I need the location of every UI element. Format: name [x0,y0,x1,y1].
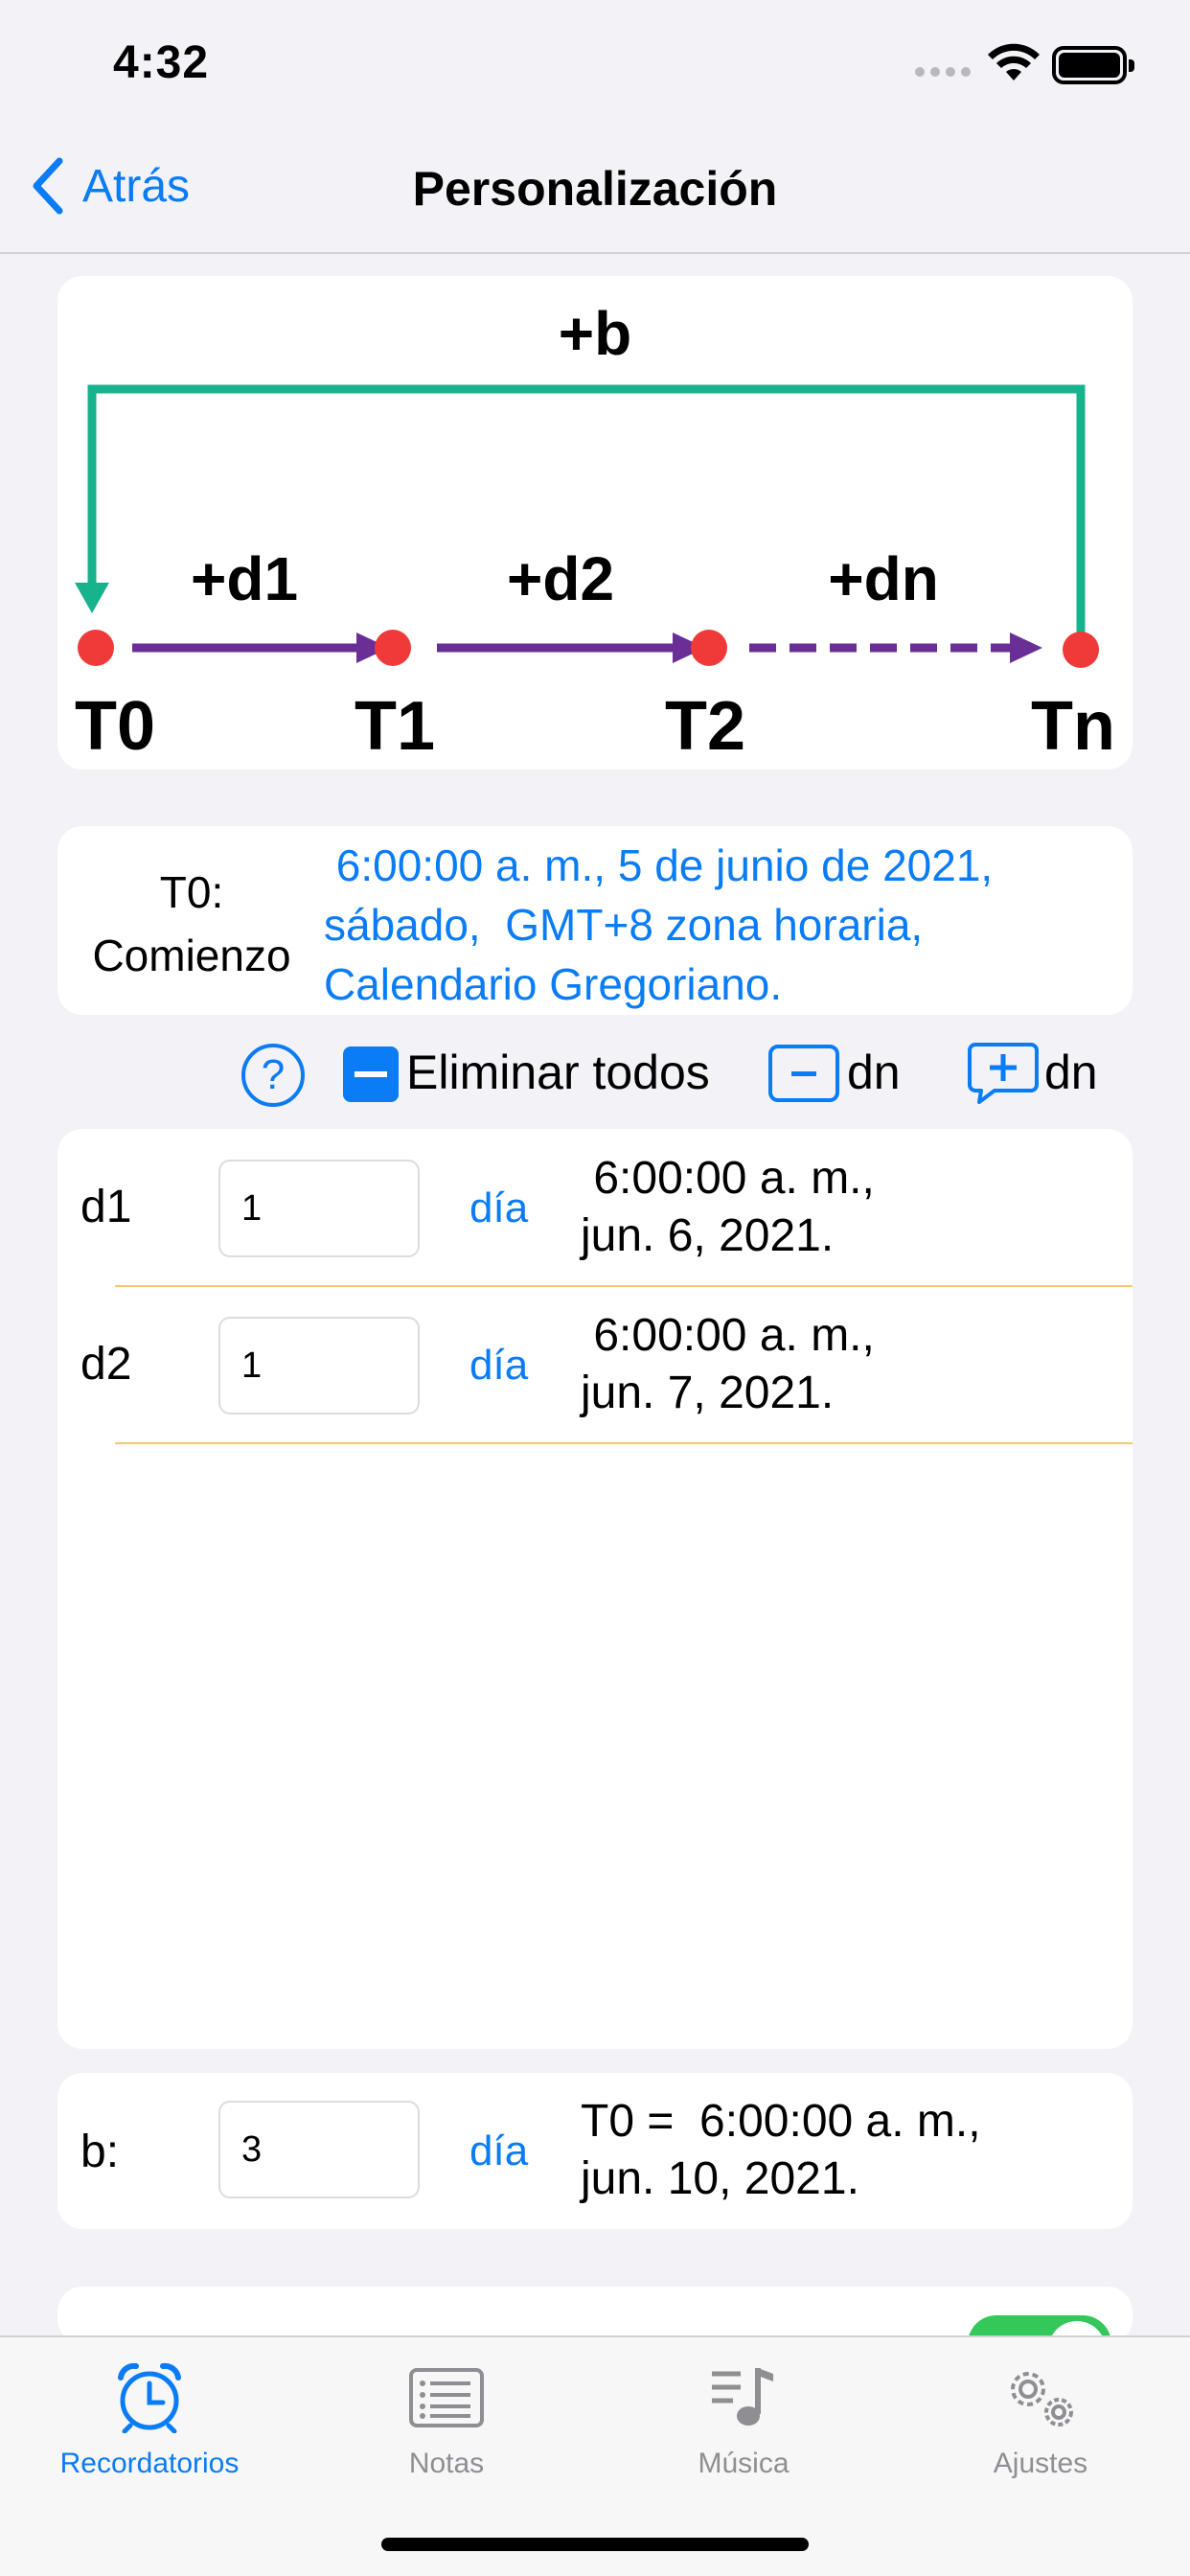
node-label-tn: Tn [1031,688,1115,765]
duration-unit-d2[interactable]: día [469,1342,528,1390]
status-time: 4:32 [113,37,210,88]
tab-recordatorios[interactable]: Recordatorios [34,2359,264,2480]
start-value-line2: sábado, GMT+8 zona horaria, [324,900,924,950]
row-divider [115,1285,1133,1287]
start-label: T0: Comienzo [77,861,307,987]
cycle-unit[interactable]: día [469,2128,528,2175]
node-t2 [691,630,727,666]
loop-arrowhead [75,583,109,613]
tab-label: Ajustes [993,2448,1088,2479]
node-t0 [78,630,114,666]
duration-date-d1-line1: 6:00:00 a. m., [581,1153,875,1204]
cycle-name: b: [80,2127,120,2177]
start-time-value[interactable]: 6:00:00 a. m., 5 de junio de 2021, sábad… [324,836,1110,1014]
timeline-diagram: +b +d1 +d2 +dn T0 T1 T2 Tn [75,299,1115,765]
tab-label: Notas [408,2448,485,2479]
add-dn-label: dn [1044,1046,1098,1099]
duration-date-d2-line2: jun. 7, 2021. [581,1368,835,1418]
tab-ajustes[interactable]: Ajustes [926,2359,1156,2480]
start-label-line1: T0: [159,867,224,917]
remove-dn-button[interactable] [768,1045,839,1102]
node-tn [1063,632,1099,668]
durations-list [57,1129,1133,2049]
timeline-diagram-card: +b +d1 +d2 +dn T0 T1 T2 Tn [57,276,1133,770]
segment-label-dn: +dn [828,544,939,613]
remove-dn-label: dn [847,1046,901,1099]
battery-icon [1052,46,1134,84]
tab-label: Recordatorios [59,2448,240,2479]
tab-musica[interactable]: Música [629,2359,858,2480]
start-value-line3: Calendario Gregoriano. [324,959,783,1009]
home-indicator [381,2538,809,2551]
music-note-icon [712,2368,773,2426]
add-dn-button[interactable] [968,1041,1039,1104]
signal-icon [915,67,971,77]
duration-unit-d1[interactable]: día [469,1184,528,1232]
gears-icon [1011,2372,1073,2426]
list-icon [409,2368,484,2427]
start-value-line1: 6:00:00 a. m., 5 de junio de 2021, [324,840,994,890]
page-title: Personalización [412,162,778,216]
duration-date-d1-line2: jun. 6, 2021. [581,1210,835,1261]
cycle-date-line1: T0 = 6:00:00 a. m., [581,2096,981,2147]
duration-date-d2: 6:00:00 a. m., jun. 7, 2021. [581,1307,875,1422]
cycle-date: T0 = 6:00:00 a. m., jun. 10, 2021. [581,2093,981,2208]
segment-label-d1: +d1 [191,544,298,613]
duration-input-d1[interactable]: 1 [218,1160,420,1257]
alarm-clock-icon [118,2362,181,2433]
duration-date-d2-line1: 6:00:00 a. m., [581,1310,875,1361]
help-button[interactable]: ? [241,1044,305,1107]
node-label-t1: T1 [355,688,435,765]
duration-name-d2: d2 [80,1339,132,1390]
loop-label: +b [559,299,631,368]
segment-label-d2: +d2 [507,544,614,613]
duration-name-d1: d1 [80,1182,132,1232]
node-t1 [375,630,411,666]
duration-input-d2[interactable]: 1 [218,1317,420,1414]
delete-all-label[interactable]: Eliminar todos [406,1045,710,1100]
delete-all-icon[interactable] [343,1046,399,1102]
tab-notas[interactable]: Notas [332,2359,561,2480]
row-divider [115,1442,1133,1444]
start-label-line2: Comienzo [92,931,291,980]
node-label-t0: T0 [75,688,155,765]
node-label-t2: T2 [665,688,745,765]
cycle-input[interactable]: 3 [218,2101,420,2198]
wifi-icon [988,43,1040,80]
duration-date-d1: 6:00:00 a. m., jun. 6, 2021. [581,1150,875,1265]
cycle-date-line2: jun. 10, 2021. [581,2153,859,2204]
tab-label: Música [698,2448,790,2479]
